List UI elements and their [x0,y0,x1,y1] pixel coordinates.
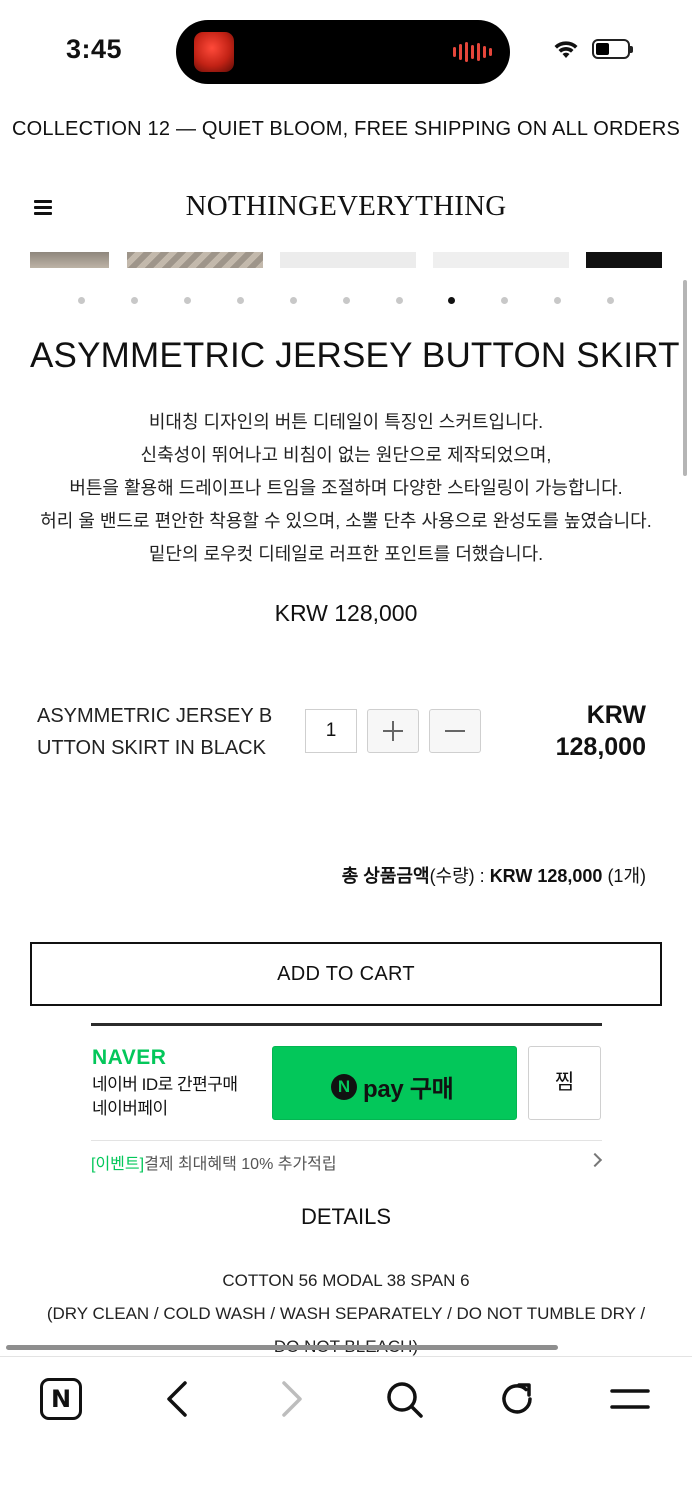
product-image-carousel[interactable] [0,252,692,268]
status-time: 3:45 [66,34,123,64]
naver-sub-line: 네이버 ID로 간편구매 [92,1075,238,1094]
minus-icon [445,730,465,732]
forward-icon[interactable] [270,1377,314,1421]
product-price: KRW 128,000 [274,600,418,626]
quantity-increase-button[interactable] [367,709,419,753]
description-line: 신축성이 뛰어나고 비침이 없는 원단으로 제작되었으며, [140,445,552,465]
audio-waveform-icon [453,42,492,62]
description-line: 허리 울 밴드로 편안한 착용할 수 있으며, 소뿔 단추 사용으로 완성도를 … [40,511,652,531]
status-icons [552,38,633,60]
details-heading: DETAILS [300,1204,392,1229]
horizontal-scrollbar[interactable] [6,1345,558,1350]
now-playing-artwork [194,32,234,72]
carousel-dot[interactable] [343,297,350,304]
description-line: 비대칭 디자인의 버튼 디테일이 특징인 스커트입니다. [148,412,544,432]
npay-divider [91,1140,602,1141]
naver-sub-line: 네이버페이 [92,1099,168,1118]
product-description: 비대칭 디자인의 버튼 디테일이 특징인 스커트입니다. 신축성이 뛰어나고 비… [0,406,692,571]
naver-app-icon[interactable]: N [40,1378,82,1420]
details-line: (DRY CLEAN / COLD WASH / WASH SEPARATELY… [46,1304,646,1323]
carousel-image[interactable] [30,252,109,268]
carousel-dot-active[interactable] [448,297,455,304]
event-text: 결제 최대혜택 10% 추가적립 [144,1156,337,1173]
carousel-dot[interactable] [290,297,297,304]
back-icon[interactable] [157,1377,201,1421]
npay-divider-top [91,1023,602,1026]
description-line: 밑단의 로우컷 디테일로 러프한 포인트를 더했습니다. [148,544,544,564]
naver-n-icon: N [331,1073,357,1100]
quantity-input[interactable]: 1 [305,709,357,753]
carousel-dot[interactable] [131,297,138,304]
description-line: 버튼을 활용해 드레이프나 트임을 조절하며 다양한 스타일링이 가능합니다. [69,478,623,498]
app-icon-letter: N [50,1385,72,1413]
reload-icon[interactable] [495,1377,539,1421]
carousel-dot[interactable] [396,297,403,304]
wishlist-button[interactable]: 찜 [528,1046,601,1120]
dynamic-island[interactable] [176,20,510,84]
carousel-dot[interactable] [554,297,561,304]
menu-icon[interactable] [608,1377,652,1421]
total-price: 총 상품금액(수량) : KRW 128,000 (1개) [342,862,646,888]
total-qty-label: (수량) : [429,866,490,886]
details-line: COTTON 56 MODAL 38 SPAN 6 [222,1271,470,1290]
browser-toolbar: N [0,1356,692,1500]
naver-pay-event-link[interactable]: [이벤트]결제 최대혜택 10% 추가적립 [91,1150,337,1174]
option-price: KRW 128,000 [555,701,646,761]
product-title: ASYMMETRIC JERSEY BUTTON SKIRT I [30,336,692,375]
status-bar: 3:45 [0,0,692,100]
announcement-banner[interactable]: COLLECTION 12 — QUIET BLOOM, FREE SHIPPI… [0,118,692,141]
naver-pay-label: pay 구매 [363,1076,454,1103]
quantity-decrease-button[interactable] [429,709,481,753]
wifi-icon [554,41,578,58]
carousel-dot[interactable] [184,297,191,304]
carousel-dot[interactable] [607,297,614,304]
total-amount: KRW 128,000 [489,866,603,886]
carousel-image[interactable] [586,252,662,268]
search-icon[interactable] [382,1377,426,1421]
carousel-image[interactable] [127,252,263,268]
carousel-dot[interactable] [237,297,244,304]
battery-icon [592,39,633,59]
carousel-image[interactable] [433,252,569,268]
selected-option-name: ASYMMETRIC JERSEY BUTTON SKIRT IN BLACK [37,705,273,759]
carousel-image[interactable] [280,252,416,268]
carousel-dot[interactable] [78,297,85,304]
naver-pay-description: 네이버 ID로 간편구매 네이버페이 [92,1073,238,1121]
naver-pay-buy-button[interactable]: N pay 구매 [272,1046,517,1120]
total-label: 총 상품금액 [341,866,430,886]
event-tag: [이벤트] [91,1156,145,1173]
total-count: (1개) [607,866,646,886]
carousel-dot[interactable] [501,297,508,304]
chevron-right-icon[interactable] [587,1152,603,1168]
naver-logo: NAVER [92,1046,167,1069]
add-to-cart-button[interactable]: ADD TO CART [30,942,662,1006]
site-logo[interactable]: NOTHINGEVERYTHING [0,190,692,223]
